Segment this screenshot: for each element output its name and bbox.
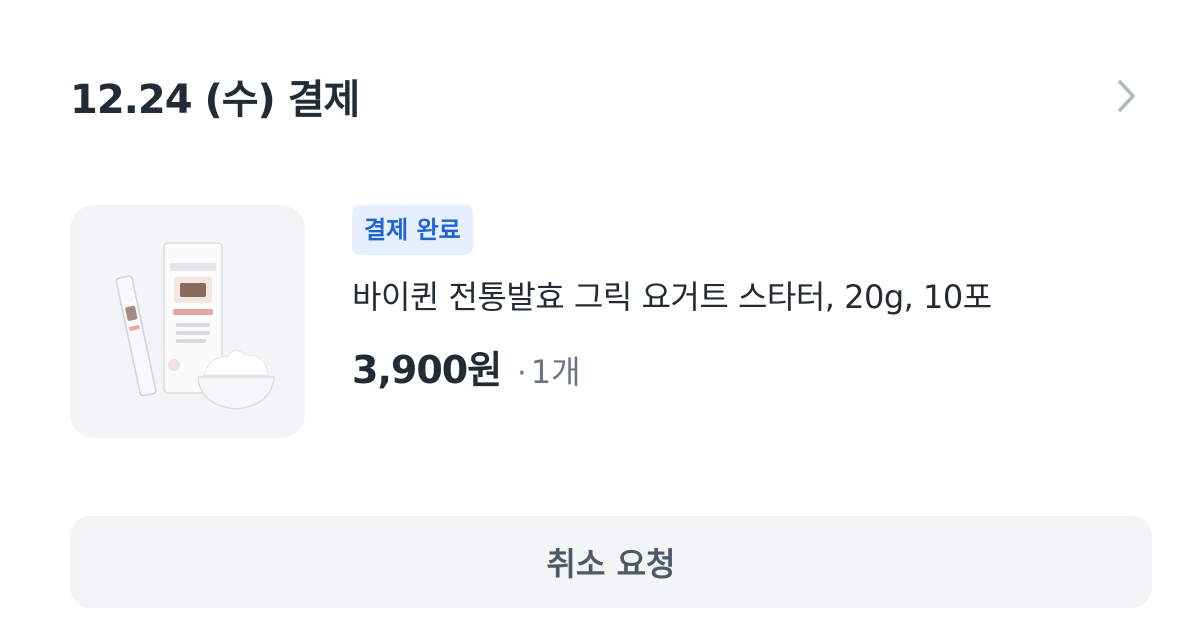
product-image bbox=[115, 242, 275, 410]
order-date-title: 12.24 (수) 결제 bbox=[70, 77, 360, 123]
product-thumbnail[interactable] bbox=[70, 205, 305, 438]
cancel-request-button[interactable]: 취소 요청 bbox=[70, 516, 1152, 608]
price-row: 3,900원 · 1개 bbox=[352, 339, 1142, 394]
order-item-info: 결제 완료 바이퀸 전통발효 그릭 요거트 스타터, 20g, 10포 3,90… bbox=[352, 205, 1142, 394]
price: 3,900원 bbox=[352, 348, 502, 392]
order-header[interactable]: 12.24 (수) 결제 bbox=[70, 66, 1140, 126]
order-card: 12.24 (수) 결제 결제 완료 바이퀸 전통발효 그릭 요거트 스타터, … bbox=[0, 0, 1200, 628]
status-badge: 결제 완료 bbox=[352, 205, 473, 255]
product-name[interactable]: 바이퀸 전통발효 그릭 요거트 스타터, 20g, 10포 bbox=[352, 277, 1142, 317]
chevron-right-icon[interactable] bbox=[1112, 76, 1140, 116]
separator-dot: · bbox=[517, 356, 527, 391]
quantity: 1개 bbox=[530, 353, 581, 391]
